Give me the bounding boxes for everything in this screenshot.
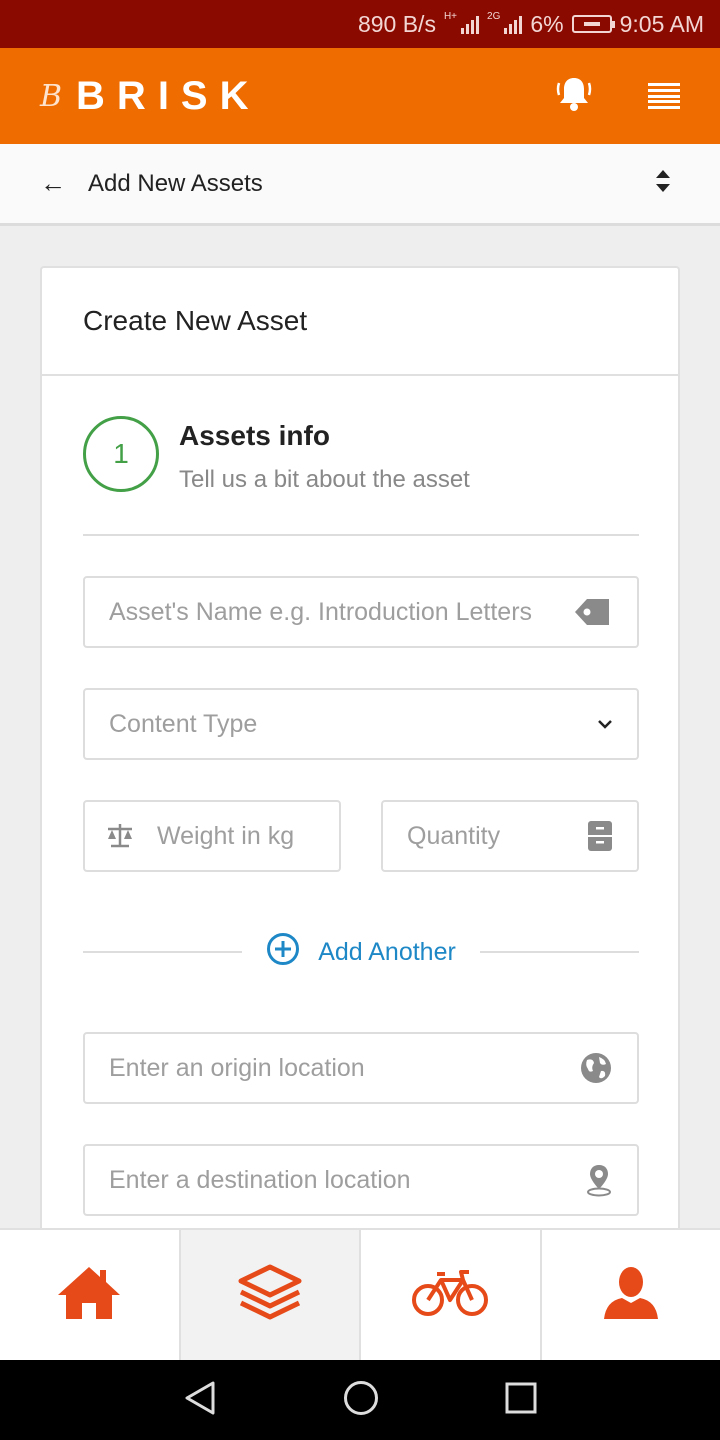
- system-navigation-bar: [0, 1360, 720, 1440]
- plus-circle-icon: [266, 932, 300, 973]
- destination-location-input[interactable]: Enter a destination location: [83, 1144, 639, 1216]
- network-speed: 890 B/s: [357, 10, 436, 37]
- back-icon[interactable]: [183, 1380, 217, 1421]
- step-title: Assets info: [179, 420, 330, 451]
- network-type-2: 2G: [487, 11, 501, 22]
- card-title: Create New Asset: [42, 268, 678, 376]
- add-another-label: Add Another: [318, 937, 456, 966]
- menu-icon[interactable]: [648, 83, 680, 109]
- app-logo: BRISK: [76, 73, 261, 118]
- content-type-select[interactable]: Content Type: [83, 688, 639, 760]
- recents-icon[interactable]: [505, 1382, 537, 1419]
- back-arrow-icon[interactable]: ←: [40, 168, 66, 199]
- create-asset-card: Create New Asset 1 Assets info Tell us a…: [40, 266, 680, 1246]
- divider: [479, 951, 639, 953]
- page-toolbar: ← Add New Assets: [0, 144, 720, 226]
- user-icon: [602, 1265, 660, 1326]
- bottom-nav: [0, 1228, 720, 1360]
- app-header: B BRISK: [0, 48, 720, 144]
- home-circle-icon[interactable]: [343, 1380, 379, 1421]
- page-title: Add New Assets: [88, 169, 263, 197]
- chevron-down-icon: [597, 719, 613, 729]
- destination-placeholder: Enter a destination location: [109, 1165, 411, 1194]
- map-pin-icon: [585, 1163, 613, 1197]
- origin-placeholder: Enter an origin location: [109, 1053, 365, 1082]
- logo-mark: B: [40, 78, 63, 114]
- asset-name-input[interactable]: Asset's Name e.g. Introduction Letters: [83, 576, 639, 648]
- divider: [83, 951, 243, 953]
- divider: [83, 534, 639, 536]
- step-description: Tell us a bit about the asset: [179, 466, 470, 493]
- bell-icon[interactable]: [556, 75, 592, 118]
- cabinet-icon: [587, 820, 613, 852]
- quantity-placeholder: Quantity: [407, 821, 501, 850]
- bicycle-icon: [411, 1268, 489, 1323]
- add-another-button[interactable]: Add Another: [242, 932, 480, 973]
- battery-icon: [571, 15, 615, 33]
- step-number: 1: [83, 416, 159, 492]
- battery-percent: 6%: [530, 10, 564, 37]
- nav-assets[interactable]: [180, 1230, 361, 1360]
- sort-icon[interactable]: [654, 168, 672, 199]
- step-header: 1 Assets info Tell us a bit about the as…: [83, 416, 470, 494]
- clock: 9:05 AM: [619, 10, 704, 37]
- weight-placeholder: Weight in kg: [157, 821, 295, 850]
- content-type-placeholder: Content Type: [109, 709, 258, 738]
- tag-icon: [573, 595, 613, 629]
- quantity-input[interactable]: Quantity: [381, 800, 639, 872]
- layers-icon: [237, 1264, 303, 1327]
- add-another-row: Add Another: [83, 930, 639, 974]
- origin-location-input[interactable]: Enter an origin location: [83, 1032, 639, 1104]
- home-icon: [56, 1265, 122, 1326]
- signal-icon: [461, 14, 480, 34]
- globe-icon: [579, 1051, 613, 1085]
- weight-input[interactable]: Weight in kg: [83, 800, 341, 872]
- asset-name-placeholder: Asset's Name e.g. Introduction Letters: [109, 597, 533, 626]
- scale-icon: [105, 822, 135, 850]
- signal-icon-2: [504, 14, 523, 34]
- nav-home[interactable]: [0, 1230, 181, 1360]
- status-bar: 890 B/s H+ 2G 6% 9:05 AM: [0, 0, 720, 48]
- network-type-1: H+: [443, 11, 458, 22]
- nav-deliveries[interactable]: [361, 1230, 542, 1360]
- nav-profile[interactable]: [542, 1230, 720, 1360]
